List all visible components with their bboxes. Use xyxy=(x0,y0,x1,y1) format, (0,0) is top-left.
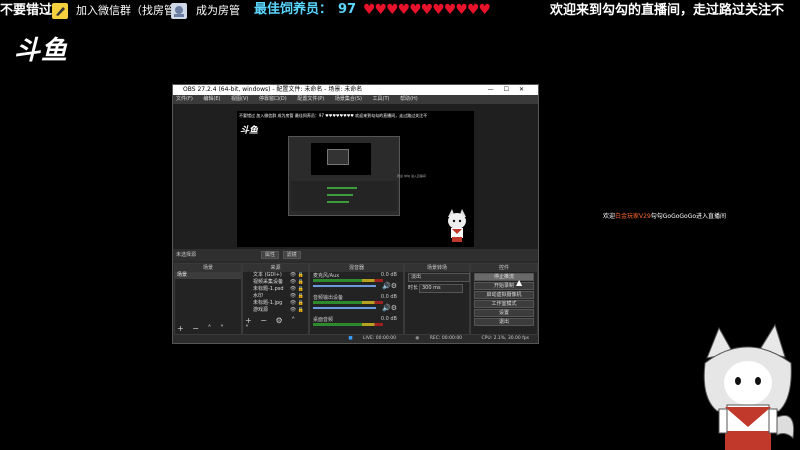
miss-text: 不要错过 xyxy=(0,3,53,18)
transition-duration[interactable]: 时长 300 ms xyxy=(405,283,469,294)
scene-item[interactable]: 场景 xyxy=(175,272,241,279)
preview-chat: 欢迎 勾勾 进入直播间 xyxy=(397,174,426,178)
rec-indicator: ● REC: 00:00:00 xyxy=(415,336,463,341)
obs-title-text: OBS 27.2.4 (64-bit, windows) - 配置文件: 未命名… xyxy=(183,86,363,93)
mixer-dock: 混音器 麦克风/Aux 0.0 dB 🔊⚙ 音频输出设备 0.0 dB 🔊⚙ 桌… xyxy=(309,263,404,335)
menu-tools[interactable]: 工具(T) xyxy=(373,96,390,102)
wechat-group-text: 加入微信群（找房管） xyxy=(76,4,186,17)
visibility-lock-icons: 👁 🔒 xyxy=(289,279,304,285)
douyu-logo: 斗鱼 xyxy=(14,36,69,66)
stream-overlay-banner: 不要错过 加入微信群（找房管） 成为房管 最佳饲养员： 97 ♥♥♥♥♥♥♥♥♥… xyxy=(0,0,800,24)
obs-titlebar: OBS 27.2.4 (64-bit, windows) - 配置文件: 未命名… xyxy=(173,85,538,95)
menu-scene-collection[interactable]: 场景集合(S) xyxy=(335,96,362,102)
pencil-icon xyxy=(52,3,68,19)
menu-profile[interactable]: 配置文件(P) xyxy=(297,96,324,102)
cpu-fps: CPU: 2.1%, 30.00 fps xyxy=(481,336,530,341)
mascot-character-icon xyxy=(703,323,795,450)
volume-meter xyxy=(313,301,383,304)
mixer-channel[interactable]: 麦克风/Aux 0.0 dB 🔊⚙ xyxy=(310,272,403,294)
volume-slider[interactable] xyxy=(313,285,376,287)
properties-button[interactable]: 属性 xyxy=(261,251,280,259)
source-item[interactable]: 文本 (GDI+) 👁 🔒 xyxy=(243,272,308,279)
mixer-title: 混音器 xyxy=(310,264,403,272)
speaker-gear-icon: 🔊⚙ xyxy=(382,282,397,290)
admin-text: 成为房管 xyxy=(196,4,240,17)
source-status-row: 未选择源 属性 滤镜 xyxy=(173,249,538,261)
studio-mode-button[interactable]: 工作室模式 xyxy=(474,300,534,308)
controls-title: 控件 xyxy=(471,264,537,272)
source-item[interactable]: 视频采集设备 👁 🔒 xyxy=(243,279,308,286)
mixer-channel[interactable]: 桌面音频 0.0 dB xyxy=(310,316,403,334)
sources-title: 来源 xyxy=(243,264,308,272)
transition-type[interactable]: 淡出 xyxy=(405,272,470,283)
settings-button[interactable]: 设置 xyxy=(474,309,534,317)
nested-obs-window xyxy=(288,136,400,216)
source-item[interactable]: 未标题-1.jpg 👁 🔒 xyxy=(243,300,308,307)
obs-menubar: 文件(F) 编辑(E) 视图(V) 停靠窗口(D) 配置文件(P) 场景集合(S… xyxy=(173,95,538,104)
virtual-camera-button[interactable]: 启动虚拟摄像机 xyxy=(474,291,534,299)
admin-badge-icon xyxy=(171,3,187,19)
start-recording-button[interactable]: 开始录制 xyxy=(474,282,534,290)
hearts-row-icon: ♥♥♥♥♥♥♥♥♥♥♥ xyxy=(363,2,491,18)
scenes-title: 场景 xyxy=(175,264,241,272)
menu-view[interactable]: 视图(V) xyxy=(231,96,248,102)
speaker-gear-icon: 🔊⚙ xyxy=(382,304,397,312)
visibility-lock-icons: 👁 🔒 xyxy=(289,300,304,306)
menu-docks[interactable]: 停靠窗口(D) xyxy=(259,96,287,102)
source-item[interactable]: 未标题-1.psd 👁 🔒 xyxy=(243,286,308,293)
no-source-label: 未选择源 xyxy=(176,252,197,258)
rec-dot-icon: ● xyxy=(415,336,420,341)
scenes-toolbar[interactable]: + − ˄ ˅ xyxy=(177,325,227,333)
source-item[interactable]: 游戏源 👁 🔒 xyxy=(243,307,308,314)
live-dot-icon: ■ xyxy=(348,336,353,341)
mouse-cursor-icon: ▲ xyxy=(516,278,523,287)
welcome-text: 欢迎来到勾勾的直播间，走过路过关注不 xyxy=(550,3,785,18)
volume-meter xyxy=(313,323,383,326)
preview-banner-text: 不要错过 加入微信群 成为房管 最佳饲养员：97 ♥♥♥♥♥♥♥♥ 欢迎来到勾勾… xyxy=(239,113,428,118)
chat-username: 白金玩家V29 xyxy=(615,213,651,220)
fans-label: 最佳饲养员： xyxy=(254,2,333,17)
stop-streaming-button[interactable]: 停止推流 xyxy=(474,273,534,281)
obs-window: OBS 27.2.4 (64-bit, windows) - 配置文件: 未命名… xyxy=(172,84,539,344)
window-controls[interactable]: —☐✕ xyxy=(488,85,534,95)
live-indicator: ■ LIVE: 00:00:00 xyxy=(348,336,396,341)
preview-canvas[interactable]: 不要错过 加入微信群 成为房管 最佳饲养员：97 ♥♥♥♥♥♥♥♥ 欢迎来到勾勾… xyxy=(237,111,474,247)
menu-edit[interactable]: 编辑(E) xyxy=(203,96,220,102)
transitions-dock: 场景转场 淡出 时长 300 ms xyxy=(404,263,470,335)
visibility-lock-icons: 👁 🔒 xyxy=(289,293,304,299)
visibility-lock-icons: 👁 🔒 xyxy=(289,307,304,313)
mascot-mini-icon xyxy=(448,209,466,242)
chat-message: 欢迎白金玩家V29勾勾GoGoGoGo进入直播间 xyxy=(603,213,727,220)
volume-slider[interactable] xyxy=(313,307,376,309)
menu-file[interactable]: 文件(F) xyxy=(176,96,193,102)
visibility-lock-icons: 👁 🔒 xyxy=(289,272,304,278)
exit-button[interactable]: 退出 xyxy=(474,318,534,326)
controls-dock: 控件 停止推流 开始录制 启动虚拟摄像机 工作室模式 设置 退出 xyxy=(470,263,538,335)
nested-preview-inner xyxy=(327,149,349,165)
fans-count: 97 xyxy=(338,2,357,17)
menu-help[interactable]: 帮助(H) xyxy=(400,96,418,102)
volume-meter xyxy=(313,279,383,282)
obs-statusbar: ■ LIVE: 00:00:00 ● REC: 00:00:00 CPU: 2.… xyxy=(173,335,538,343)
filters-button[interactable]: 滤镜 xyxy=(282,251,301,259)
visibility-lock-icons: 👁 🔒 xyxy=(289,286,304,292)
mixer-channel[interactable]: 音频输出设备 0.0 dB 🔊⚙ xyxy=(310,294,403,316)
nested-docks xyxy=(291,181,397,211)
preview-logo: 斗鱼 xyxy=(240,126,259,136)
scenes-dock: 场景 场景 + − ˄ ˅ xyxy=(174,263,242,335)
sources-dock: 来源 文本 (GDI+) 👁 🔒 视频采集设备 👁 🔒 未标题-1.psd 👁 🔒 水… xyxy=(242,263,309,335)
source-item[interactable]: 水印 👁 🔒 xyxy=(243,293,308,300)
transitions-title: 场景转场 xyxy=(405,264,469,272)
sources-toolbar[interactable]: + − ⚙ ˄ ˅ xyxy=(245,317,308,333)
